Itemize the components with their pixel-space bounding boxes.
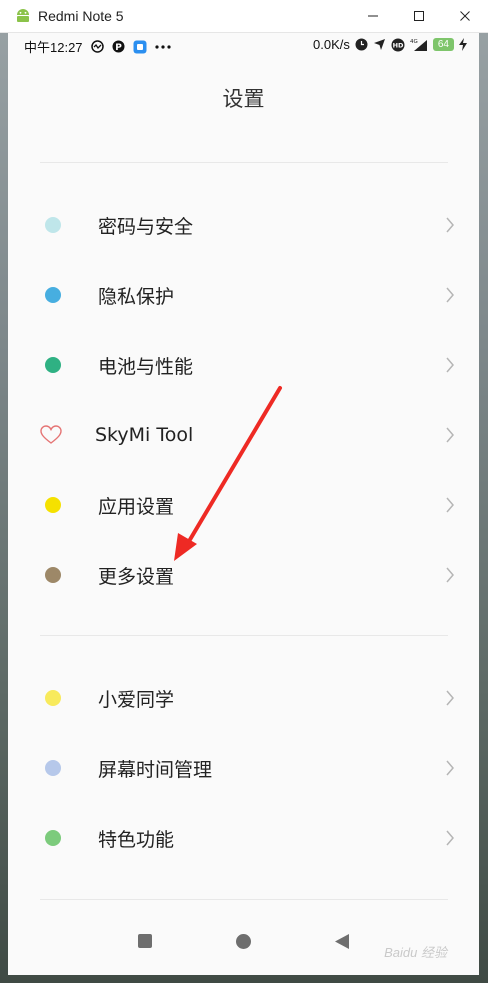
heart-outline-icon: [40, 425, 62, 444]
svg-text:HD: HD: [392, 41, 403, 49]
item-label: 特色功能: [98, 828, 175, 851]
dot-icon: [45, 497, 61, 513]
page-title: 设置: [222, 87, 265, 111]
battery-indicator: 64: [432, 38, 454, 51]
divider: [40, 899, 448, 900]
close-icon: [460, 11, 470, 21]
item-label: 屏幕时间管理: [98, 758, 213, 781]
dot-icon: [45, 760, 61, 776]
dot-icon: [45, 357, 61, 373]
minimize-button[interactable]: [350, 0, 396, 32]
signal-icon: 4G: [410, 39, 427, 51]
item-label: 更多设置: [98, 565, 175, 588]
chevron-right-icon: [446, 760, 454, 776]
charging-icon: [459, 38, 467, 51]
window-title: Redmi Note 5: [38, 8, 124, 24]
watermark: Baidu 经验: [384, 945, 447, 960]
chevron-right-icon: [446, 217, 454, 233]
settings-item-more-settings[interactable]: 更多设置: [8, 540, 479, 610]
sync-icon: [90, 40, 104, 53]
item-label: 电池与性能: [98, 355, 194, 378]
alarm-icon: [355, 38, 368, 51]
network-speed: 0.0K/s: [313, 37, 350, 52]
location-icon: [373, 39, 385, 50]
phone-screen: 中午12:27 P 0.0K/s HD 4G 64 设置 密码与安全 隐私保护 …: [8, 33, 479, 975]
settings-item-special-features[interactable]: 特色功能: [8, 803, 479, 873]
chevron-right-icon: [446, 690, 454, 706]
settings-item-xiaoai[interactable]: 小爱同学: [8, 663, 479, 733]
svg-text:P: P: [115, 43, 122, 53]
settings-item-screen-time[interactable]: 屏幕时间管理: [8, 733, 479, 803]
settings-item-password-security[interactable]: 密码与安全: [8, 190, 479, 260]
divider: [40, 635, 448, 636]
status-time: 中午12:27: [24, 40, 83, 55]
more-icon: [154, 44, 171, 49]
android-icon: [17, 9, 29, 22]
hd-icon: HD: [391, 38, 405, 51]
settings-item-battery-performance[interactable]: 电池与性能: [8, 330, 479, 400]
settings-item-skymi-tool[interactable]: SkyMi Tool: [8, 400, 479, 470]
close-button[interactable]: [442, 0, 488, 32]
dot-icon: [45, 287, 61, 303]
chevron-right-icon: [446, 357, 454, 373]
minimize-icon: [368, 15, 378, 17]
dot-icon: [45, 567, 61, 583]
item-label: 小爱同学: [98, 688, 175, 711]
maximize-button[interactable]: [396, 0, 442, 32]
status-bar: 中午12:27 P 0.0K/s HD 4G 64: [8, 33, 479, 59]
navigation-bar: Baidu 经验: [8, 913, 479, 975]
notification-app-icon: [133, 40, 147, 53]
chevron-right-icon: [446, 427, 454, 443]
window-titlebar[interactable]: Redmi Note 5: [0, 0, 488, 33]
item-label: 应用设置: [98, 495, 175, 518]
dot-icon: [45, 217, 61, 233]
divider: [40, 162, 448, 163]
chevron-right-icon: [446, 497, 454, 513]
maximize-icon: [414, 11, 424, 21]
chevron-right-icon: [446, 830, 454, 846]
item-label: 隐私保护: [98, 285, 175, 308]
dot-icon: [45, 830, 61, 846]
recents-icon[interactable]: [137, 933, 153, 949]
settings-item-privacy[interactable]: 隐私保护: [8, 260, 479, 330]
chevron-right-icon: [446, 567, 454, 583]
chevron-right-icon: [446, 287, 454, 303]
back-icon[interactable]: [334, 933, 350, 950]
svg-text:4G: 4G: [410, 39, 418, 45]
settings-item-app-settings[interactable]: 应用设置: [8, 470, 479, 540]
dot-icon: [45, 690, 61, 706]
item-label: 密码与安全: [98, 215, 194, 238]
p-app-icon: P: [112, 40, 125, 53]
item-label: SkyMi Tool: [95, 424, 194, 446]
home-icon[interactable]: [235, 933, 252, 950]
